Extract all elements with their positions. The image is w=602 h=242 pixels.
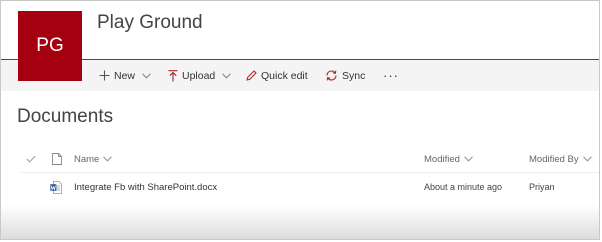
file-name-link[interactable]: Integrate Fb with SharePoint.docx [74, 177, 217, 197]
modified-column-label: Modified [424, 153, 460, 165]
header-divider [21, 172, 599, 173]
quick-edit-button[interactable]: Quick edit [246, 60, 308, 91]
modified-value: About a minute ago [424, 182, 503, 192]
site-title[interactable]: Play Ground [97, 12, 203, 34]
chevron-down-icon [464, 154, 473, 165]
sharepoint-window: Play Ground PG New Upload Quick edit Syn… [0, 0, 600, 240]
modified-by-column-header[interactable]: Modified By [529, 147, 592, 171]
name-column-label: Name [74, 153, 100, 165]
file-type-icon[interactable] [52, 147, 62, 171]
upload-button[interactable]: Upload [168, 60, 232, 91]
word-doc-icon [50, 177, 62, 197]
new-button-label: New [114, 69, 136, 82]
plus-icon [99, 70, 110, 81]
chevron-down-icon [142, 72, 151, 79]
name-column-header[interactable]: Name [74, 147, 113, 171]
upload-arrow-icon [168, 69, 178, 82]
upload-button-label: Upload [182, 69, 216, 82]
library-title: Documents [17, 106, 114, 127]
command-bar: New Upload Quick edit Sync ··· [1, 60, 599, 91]
more-options-button[interactable]: ··· [383, 60, 399, 91]
ellipsis-icon: ··· [383, 68, 399, 83]
bottom-shadow [1, 205, 599, 239]
modified-by-value[interactable]: Priyan [529, 177, 555, 197]
table-row[interactable]: Integrate Fb with SharePoint.docx About … [1, 177, 599, 197]
column-header-row: Name Modified Modified By [1, 147, 599, 171]
chevron-down-icon [582, 154, 592, 165]
quick-edit-button-label: Quick edit [261, 69, 308, 82]
modified-column-header[interactable]: Modified [424, 147, 473, 171]
site-logo[interactable]: PG [18, 11, 82, 81]
sync-button[interactable]: Sync [325, 60, 365, 91]
site-header: Play Ground [1, 1, 599, 60]
select-all-checkmark-icon[interactable] [26, 147, 36, 171]
new-button[interactable]: New [99, 60, 151, 91]
modified-by-column-label: Modified By [529, 153, 579, 165]
sync-button-label: Sync [342, 69, 366, 82]
chevron-down-icon [103, 154, 113, 165]
pencil-icon [246, 70, 257, 81]
chevron-down-icon [222, 72, 232, 79]
sync-icon [325, 70, 338, 81]
